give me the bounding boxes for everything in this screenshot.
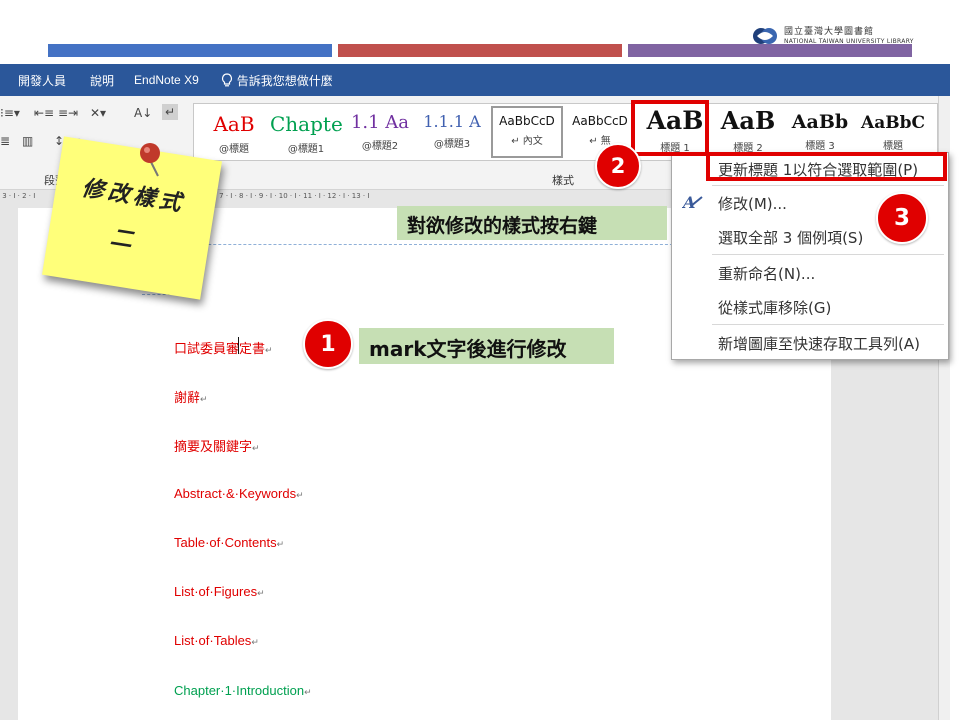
styles-group-label: 樣式 bbox=[552, 174, 574, 187]
menu-separator bbox=[712, 185, 944, 186]
tell-me-box[interactable]: 告訴我您想做什麼 bbox=[221, 72, 333, 89]
menu-item-add-to-quick-access[interactable]: 新增圖庫至快速存取工具列(A) bbox=[718, 333, 920, 354]
ribbon-tab-bar: 開發人員 說明 EndNote X9 告訴我您想做什麼 bbox=[0, 64, 950, 96]
style-context-menu: 更新標題 1以符合選取範圍(P) A 修改(M)... 選取全部 3 個例項(S… bbox=[671, 152, 949, 360]
doc-line-acknowledgements[interactable]: 謝辭↵ bbox=[174, 387, 208, 406]
header-bar-red bbox=[338, 44, 622, 57]
svg-text:A: A bbox=[682, 193, 695, 211]
step-2-badge: 2 bbox=[595, 143, 641, 189]
doc-line-abstract-en[interactable]: Abstract·&·Keywords↵ bbox=[174, 486, 304, 501]
distributed-icon[interactable]: ▥ bbox=[22, 134, 33, 148]
menu-item-select-all[interactable]: 選取全部 3 個例項(S) bbox=[718, 227, 863, 248]
doc-line-list-figures[interactable]: List·of·Figures↵ bbox=[174, 584, 265, 599]
style-normal[interactable]: AaBbCcD ↵ 內文 bbox=[491, 106, 563, 158]
tell-me-label: 告訴我您想做什麼 bbox=[236, 73, 333, 88]
tab-endnote[interactable]: EndNote X9 bbox=[134, 73, 199, 87]
step-1-badge: 1 bbox=[303, 319, 353, 369]
sticky-subtitle: 二 bbox=[108, 224, 135, 254]
menu-item-modify[interactable]: 修改(M)... bbox=[718, 193, 787, 214]
menu-item-rename[interactable]: 重新命名(N)... bbox=[718, 263, 815, 284]
ntu-library-logo: 國立臺灣大學圖書館 NATIONAL TAIWAN UNIVERSITY LIB… bbox=[752, 22, 922, 50]
logo-name-en: NATIONAL TAIWAN UNIVERSITY LIBRARY bbox=[784, 37, 914, 45]
doc-line-chapter-1[interactable]: Chapter·1·Introduction↵ bbox=[174, 683, 312, 698]
modify-style-icon: A bbox=[682, 193, 703, 211]
style-heading[interactable]: AaB @標題 bbox=[198, 104, 270, 160]
callout-mark-text: mark文字後進行修改 bbox=[359, 328, 614, 364]
increase-indent-icon[interactable]: ≡⇥ bbox=[58, 106, 78, 120]
callout-right-click: 對欲修改的樣式按右鍵 bbox=[397, 206, 667, 240]
logo-name-zh: 國立臺灣大學圖書館 bbox=[784, 26, 875, 37]
menu-item-remove-from-gallery[interactable]: 從樣式庫移除(G) bbox=[718, 297, 831, 318]
step-3-badge: 3 bbox=[876, 192, 928, 244]
style-heading-2-custom[interactable]: 1.1 Aa @標題2 bbox=[344, 104, 416, 160]
menu-separator bbox=[712, 324, 944, 325]
show-marks-icon[interactable]: ↵ bbox=[162, 104, 179, 120]
doc-line-abstract-zh[interactable]: 摘要及關鍵字↵ bbox=[174, 436, 260, 455]
chinese-layout-icon[interactable]: ✕▾ bbox=[90, 106, 106, 120]
sticky-note: 修改樣式 二 bbox=[42, 136, 222, 300]
update-item-highlight-box bbox=[706, 152, 947, 181]
doc-line-toc[interactable]: Table·of·Contents↵ bbox=[174, 535, 284, 550]
menu-separator bbox=[712, 254, 944, 255]
library-emblem-icon bbox=[753, 28, 777, 44]
header-divider bbox=[148, 244, 688, 245]
justify-icon[interactable]: ≣ bbox=[0, 134, 10, 148]
multilevel-list-icon[interactable]: ⁝≡▾ bbox=[0, 106, 20, 120]
decrease-indent-icon[interactable]: ⇤≡ bbox=[34, 106, 54, 120]
style-heading-3-custom[interactable]: 1.1.1 A @標題3 bbox=[416, 104, 488, 160]
header-bar-blue bbox=[48, 44, 332, 57]
lightbulb-icon bbox=[221, 73, 232, 87]
tab-help[interactable]: 說明 bbox=[90, 72, 114, 89]
style-heading-1-custom[interactable]: Chapte @標題1 bbox=[270, 104, 342, 160]
sticky-title: 修改樣式 bbox=[80, 174, 187, 217]
sort-icon[interactable]: A↓ bbox=[134, 106, 152, 120]
push-pin-icon bbox=[140, 143, 160, 177]
doc-line-committee-approval[interactable]: 口試委員審定書↵ bbox=[174, 338, 273, 357]
tab-developer[interactable]: 開發人員 bbox=[18, 72, 66, 89]
doc-line-list-tables[interactable]: List·of·Tables↵ bbox=[174, 633, 259, 648]
heading-1-highlight-box bbox=[631, 100, 709, 156]
text-cursor bbox=[238, 337, 239, 354]
